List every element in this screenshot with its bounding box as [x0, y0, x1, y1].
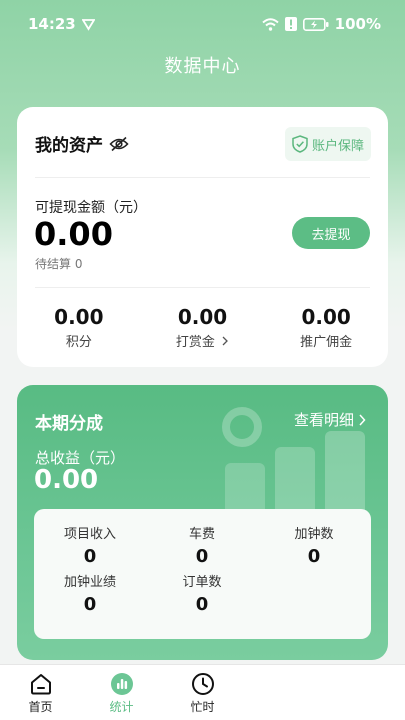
pending-settlement: 待结算 0	[35, 257, 83, 271]
wifi-icon	[262, 17, 279, 31]
metric-label: 加钟数	[294, 527, 334, 542]
view-details-link[interactable]: 查看明细	[294, 409, 366, 430]
metric-label: 项目收入	[63, 527, 116, 542]
metric-travel-fee: 车费 0	[146, 523, 258, 567]
stat-label: 积分	[65, 335, 92, 350]
divider	[35, 287, 370, 288]
metric-label: 加钟业绩	[63, 575, 116, 590]
battery-percent: 100%	[334, 15, 381, 33]
revenue-share-card: 本期分成 查看明细 总收益（元） 0.00 项目收入 0 车费 0 加钟数 0 …	[17, 385, 388, 660]
stats-icon	[110, 673, 133, 695]
tab-label: 首页	[28, 700, 53, 714]
stat-points[interactable]: 0.00 积分	[17, 305, 141, 350]
tab-label: 统计	[109, 700, 134, 714]
metric-value: 0	[83, 594, 97, 615]
page-title: 数据中心	[164, 56, 241, 77]
status-time: 14:23	[28, 15, 76, 33]
battery-icon	[302, 17, 329, 31]
metric-project-income: 项目收入 0	[34, 523, 146, 567]
status-bar: 14:23 100%	[0, 0, 405, 48]
asset-stats-row: 0.00 积分 0.00 打赏金 0.00 推广佣金	[17, 305, 388, 350]
bottom-tab-bar: 首页 统计 忙时	[0, 664, 405, 720]
metrics-panel: 项目收入 0 车费 0 加钟数 0 加钟业绩 0 订单数 0	[34, 509, 371, 639]
chevron-right-icon	[359, 413, 366, 426]
metric-extension-count: 加钟数 0	[258, 523, 370, 567]
account-protection-badge[interactable]: 账户保障	[285, 127, 371, 161]
metric-value: 0	[195, 546, 209, 567]
stat-value: 0.00	[177, 305, 228, 329]
total-income-amount: 0.00	[34, 465, 99, 495]
metric-label: 订单数	[182, 575, 222, 590]
stat-label-text: 打赏金	[175, 335, 215, 350]
tab-label: 忙时	[190, 700, 215, 714]
metric-order-count: 订单数 0	[146, 571, 258, 615]
stat-label: 打赏金	[176, 331, 229, 350]
tab-stats[interactable]: 统计	[81, 665, 162, 720]
stat-commission[interactable]: 0.00 推广佣金	[264, 305, 388, 350]
clock-icon	[191, 673, 214, 695]
withdraw-button[interactable]: 去提现	[292, 217, 370, 249]
stat-value: 0.00	[301, 305, 351, 329]
assets-title: 我的资产	[35, 136, 103, 156]
view-details-label: 查看明细	[293, 411, 354, 429]
withdrawable-label: 可提现金额（元）	[35, 200, 147, 216]
vpn-icon	[81, 18, 95, 31]
revenue-share-title: 本期分成	[35, 414, 103, 434]
metric-value: 0	[195, 594, 209, 615]
stat-tips[interactable]: 0.00 打赏金	[141, 305, 265, 350]
divider	[35, 177, 370, 178]
withdrawable-amount: 0.00	[34, 215, 113, 253]
eye-hidden-icon[interactable]	[109, 136, 129, 152]
tab-busy-time[interactable]: 忙时	[162, 665, 243, 720]
assets-header: 我的资产	[35, 131, 129, 156]
metric-value: 0	[83, 546, 97, 567]
metric-label: 车费	[188, 527, 215, 542]
tab-home[interactable]: 首页	[0, 665, 81, 720]
metric-value: 0	[307, 546, 321, 567]
metric-extension-performance: 加钟业绩 0	[34, 571, 146, 615]
chevron-right-icon	[222, 336, 228, 346]
stat-value: 0.00	[54, 305, 104, 329]
home-icon	[30, 674, 51, 695]
assets-card: 我的资产 账户保障 可提现金额（元） 0.00 待结算 0 去提现 0.00 积…	[17, 107, 388, 367]
alert-icon	[284, 17, 297, 31]
account-protection-label: 账户保障	[311, 138, 364, 154]
shield-check-icon	[292, 135, 308, 153]
stat-label: 推广佣金	[300, 335, 353, 350]
